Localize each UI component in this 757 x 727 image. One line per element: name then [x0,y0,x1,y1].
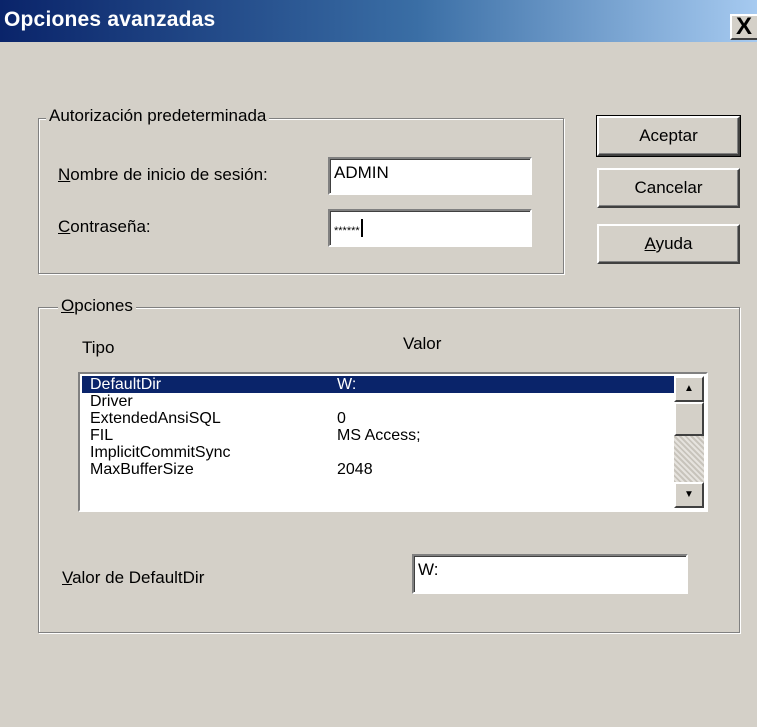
option-name: DefaultDir [90,376,162,393]
column-header-value: Valor [403,334,442,353]
value-field-text: W: [418,560,439,579]
option-name: FIL [90,427,114,444]
list-item[interactable]: DefaultDir W: [82,376,676,393]
option-name: ExtendedAnsiSQL [90,410,221,427]
value-input[interactable]: W: [412,554,688,594]
text-caret [360,219,363,237]
option-name: ImplicitCommitSync [90,444,231,461]
options-list[interactable]: DefaultDir W: Driver ExtendedAnsiSQL 0 F… [78,372,708,512]
list-item[interactable]: ExtendedAnsiSQL 0 [82,410,676,427]
close-icon: X [736,13,753,40]
cancel-button[interactable]: Cancelar [597,168,740,208]
login-input[interactable]: ADMIN [328,157,532,195]
password-label: Contraseña: [58,217,151,236]
triangle-down-icon: ▼ [684,489,694,500]
list-item[interactable]: FIL MS Access; [82,427,676,444]
list-item[interactable]: ImplicitCommitSync [82,444,676,461]
option-name: Driver [90,393,133,410]
window-title: Opciones avanzadas [4,8,216,31]
title-bar: Opciones avanzadas X [0,0,757,42]
close-button[interactable]: X [730,13,757,40]
password-value: ****** [334,225,360,237]
option-value: 0 [337,410,346,427]
auth-group-legend: Autorización predeterminada [46,106,270,126]
value-field-label: Valor de DefaultDir [62,568,205,587]
options-list-rows: DefaultDir W: Driver ExtendedAnsiSQL 0 F… [82,376,676,508]
options-group-legend: Opciones [58,296,136,316]
list-item[interactable]: Driver [82,393,676,410]
login-label: Nombre de inicio de sesión: [58,165,268,184]
option-value: W: [337,376,357,393]
accept-button[interactable]: Aceptar [596,115,741,157]
scroll-down-button[interactable]: ▼ [674,482,704,508]
option-value: MS Access; [337,427,421,444]
scroll-up-button[interactable]: ▲ [674,376,704,402]
option-name: MaxBufferSize [90,461,194,478]
scroll-thumb[interactable] [674,402,704,436]
column-header-type: Tipo [82,338,115,357]
triangle-up-icon: ▲ [684,383,694,394]
login-value: ADMIN [334,163,389,182]
option-value: 2048 [337,461,373,478]
password-input[interactable]: ****** [328,209,532,247]
auth-groupbox [38,118,564,274]
help-button[interactable]: Ayuda [597,224,740,264]
list-scrollbar[interactable]: ▲ ▼ [674,376,704,508]
list-item[interactable]: MaxBufferSize 2048 [82,461,676,478]
